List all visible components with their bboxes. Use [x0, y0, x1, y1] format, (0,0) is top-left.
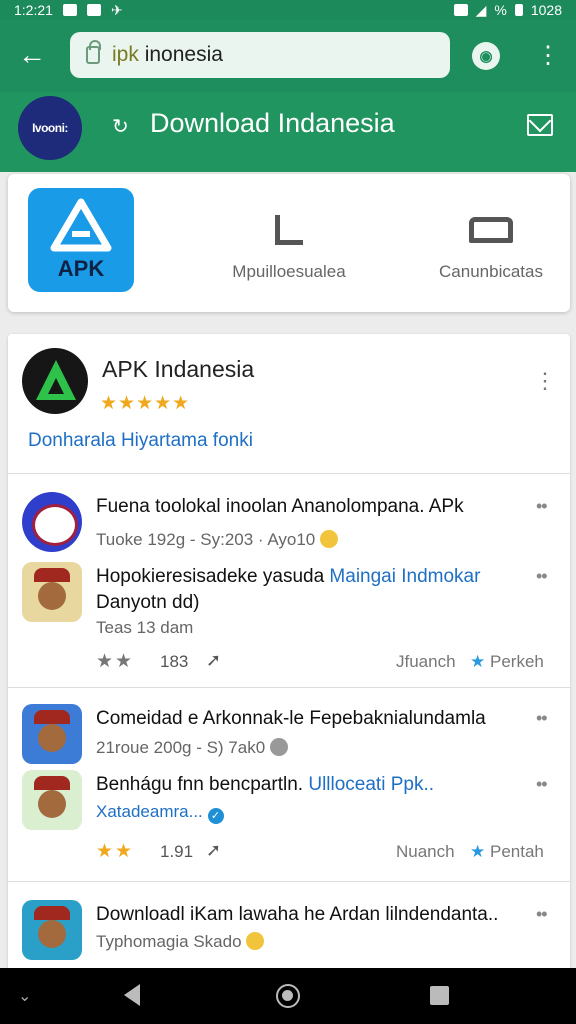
app-icon[interactable] [22, 348, 88, 414]
site-logo[interactable]: Ivooni: [18, 96, 82, 160]
post-meta-left: Jfuanch [396, 652, 456, 671]
post-title[interactable]: Downloadl iKam lawaha he Ardan lilndenda… [96, 904, 498, 926]
url-field[interactable]: ipk inonesia [70, 32, 450, 78]
post-title-line2: Danyotn dd) [96, 592, 200, 613]
nav-back-icon[interactable] [124, 984, 140, 1006]
star-icon: ★ [470, 842, 486, 861]
notification-icon [62, 4, 77, 16]
emoji-icon [246, 932, 265, 950]
status-bar: 1:2:21 ✈ ◢ % 1028 [0, 0, 576, 20]
content-card: APK Indanesia ★★★★★ ⋮ Donharala Hiyartam… [8, 334, 570, 974]
list-item[interactable]: Hopokieresisadeke yasuda Maingai Indmoka… [8, 562, 570, 682]
post-rating: ★★ [96, 651, 135, 672]
back-button[interactable]: ← [18, 40, 50, 72]
avatar [22, 704, 82, 764]
post-section-1: Fuena toolokal inoolan Ananolompana. APk… [8, 474, 570, 688]
airplane-icon: ✈ [110, 1, 123, 18]
list-item[interactable]: Downloadl iKam lawaha he Ardan lilndenda… [8, 898, 570, 968]
avatar [22, 492, 82, 552]
list-item[interactable]: Benhágu fnn bencpartln. Ullloceati Ppk..… [8, 770, 570, 880]
more-icon[interactable]: •• [536, 904, 548, 925]
post-meta-right[interactable]: ★ Perkeh [470, 652, 544, 672]
apk-logo[interactable]: APK [28, 188, 134, 292]
more-icon[interactable]: •• [536, 708, 548, 729]
post-count: 183 [160, 652, 189, 671]
site-header: Ivooni: ↻ Download Indanesia [0, 92, 576, 172]
list-item[interactable]: Fuena toolokal inoolan Ananolompana. APk… [8, 490, 570, 560]
post-count: 1.91 [160, 842, 194, 861]
post-subtitle: 21roue 200g - S) 7ak0 [96, 738, 288, 758]
share-icon[interactable]: ➚ [206, 650, 221, 671]
app-link[interactable]: Donharala Hiyartama fonki [28, 430, 253, 452]
quick-link-2[interactable]: Canunbicatas [406, 210, 576, 282]
status-time: 1:2:21 [14, 2, 53, 18]
apk-logo-label: APK [57, 256, 105, 281]
post-section-3: Downloadl iKam lawaha he Ardan lilndenda… [8, 882, 570, 974]
music-icon [275, 215, 303, 245]
post-title[interactable]: Hopokieresisadeke yasuda Maingai Indmoka… [96, 566, 480, 588]
printer-icon [469, 217, 513, 243]
more-icon[interactable]: •• [536, 496, 548, 517]
nfc-icon [453, 4, 468, 16]
clock-icon [269, 738, 288, 756]
app-more-icon[interactable]: ⋮ [534, 368, 556, 394]
featured-app: APK Indanesia ★★★★★ ⋮ Donharala Hiyartam… [8, 334, 570, 474]
verified-icon: ✓ [207, 808, 224, 824]
battery-text: 1028 [530, 2, 562, 18]
site-title: Download Indanesia [150, 108, 395, 138]
shield-icon [86, 4, 101, 16]
post-subtitle: Xatadeamra... ✓ [96, 802, 224, 824]
system-navbar: ⌄ [0, 968, 576, 1024]
avatar [22, 770, 82, 830]
quick-links-card: APK Mpuilloesualea Canunbicatas [8, 174, 570, 312]
post-subtitle: Typhomagia Skado [96, 932, 265, 952]
signal-text: % [494, 2, 507, 18]
tab-switcher-button[interactable]: ◉ [472, 42, 500, 70]
post-title[interactable]: Fuena toolokal inoolan Ananolompana. APk [96, 496, 464, 518]
avatar [22, 562, 82, 622]
nav-home-icon[interactable] [276, 984, 300, 1008]
nav-recents-icon[interactable] [430, 986, 449, 1005]
avatar [22, 900, 82, 960]
app-name[interactable]: APK Indanesia [102, 356, 254, 383]
lock-icon [86, 40, 101, 64]
post-title[interactable]: Comeidad e Arkonnak-le Fepebaknialundaml… [96, 708, 486, 730]
post-meta-right[interactable]: ★ Pentah [470, 842, 544, 862]
post-meta-left: Nuanch [396, 842, 455, 861]
browser-menu-button[interactable]: ⋮ [536, 42, 560, 72]
more-icon[interactable]: •• [536, 774, 548, 795]
quick-link-2-label: Canunbicatas [439, 262, 543, 281]
post-section-2: Comeidad e Arkonnak-le Fepebaknialundaml… [8, 688, 570, 882]
list-item[interactable]: Comeidad e Arkonnak-le Fepebaknialundaml… [8, 702, 570, 766]
app-rating: ★★★★★ [100, 393, 191, 414]
mail-icon[interactable] [527, 114, 553, 136]
star-icon: ★ [470, 652, 486, 671]
post-rating: ★★ [96, 841, 135, 862]
url-text: ipk inonesia [112, 43, 223, 66]
quick-link-1[interactable]: Mpuilloesualea [204, 210, 374, 282]
emoji-icon [320, 530, 338, 548]
browser-toolbar: ← ipk inonesia ◉ ⋮ [0, 20, 576, 92]
post-title[interactable]: Benhágu fnn bencpartln. Ullloceati Ppk.. [96, 774, 434, 796]
wifi-icon: ◢ [475, 1, 487, 18]
post-subtitle: Teas 13 dam [96, 618, 194, 637]
battery-icon [514, 4, 523, 16]
post-subtitle: Tuoke 192g - Sy:203 · Ayo10 [96, 530, 338, 550]
share-icon[interactable]: ➚ [206, 840, 221, 861]
refresh-icon[interactable]: ↻ [112, 114, 129, 139]
chevron-down-icon[interactable]: ⌄ [18, 986, 31, 1006]
more-icon[interactable]: •• [536, 566, 548, 587]
quick-link-1-label: Mpuilloesualea [232, 262, 346, 281]
apk-glyph-icon [50, 198, 112, 252]
